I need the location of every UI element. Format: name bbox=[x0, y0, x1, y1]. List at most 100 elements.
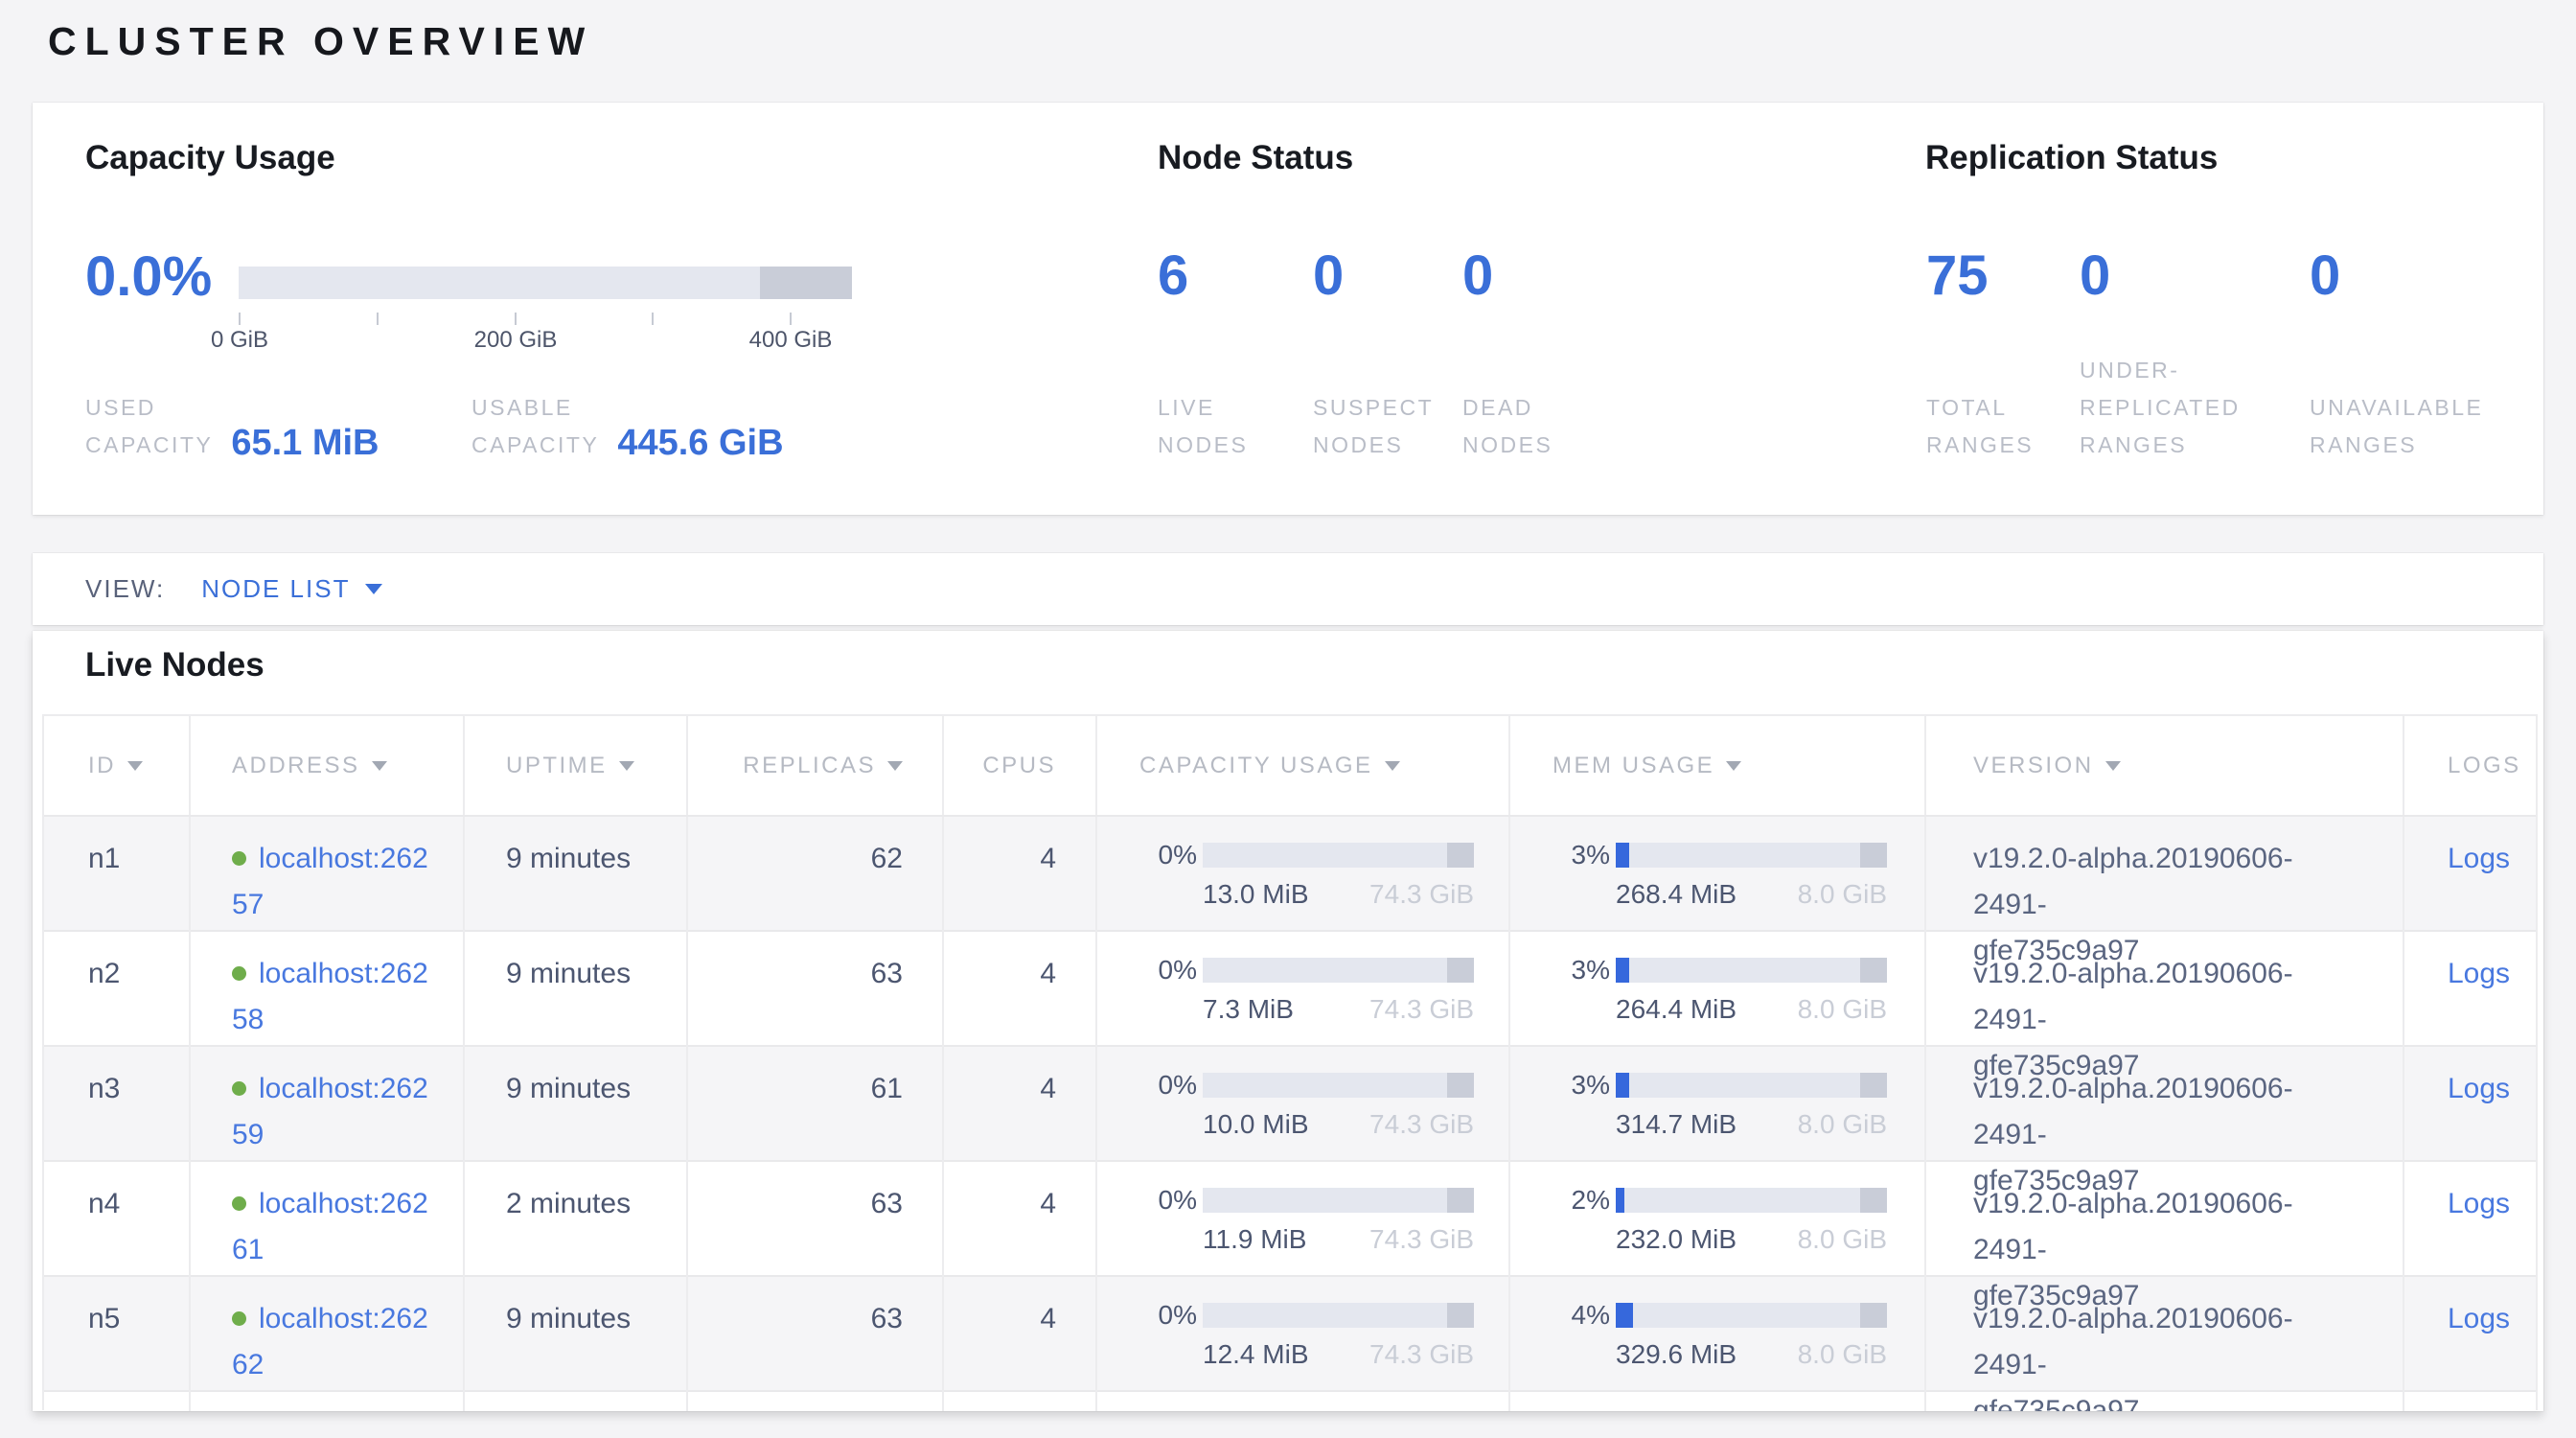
column-header-cpus: CPUS bbox=[942, 716, 1095, 815]
sort-desc-icon bbox=[1385, 761, 1400, 771]
node-logs-link[interactable]: Logs bbox=[2448, 958, 2510, 989]
table-row-n4: n4localhost:262612 minutes6340%11.9 MiB7… bbox=[44, 1160, 2536, 1275]
axis-label-0: 0 GiB bbox=[211, 327, 268, 354]
capacity-used-percent: 0.0% bbox=[85, 246, 212, 308]
suspect-nodes-count: 0 bbox=[1313, 246, 1434, 306]
node-address-link[interactable]: localhost:26259 bbox=[232, 1073, 428, 1150]
mem-total-value: 8.0 GiB bbox=[1798, 1223, 1887, 1256]
node-logs-cell: Logs bbox=[2403, 1277, 2540, 1411]
capacity-usage-cell: 0%12.4 MiB74.3 GiB bbox=[1095, 1277, 1508, 1411]
column-header-capacity-usage[interactable]: CAPACITY USAGE bbox=[1095, 716, 1508, 815]
node-address-link[interactable]: localhost:26261 bbox=[232, 1188, 428, 1265]
capacity-used-value: 12.4 MiB bbox=[1203, 1338, 1309, 1371]
axis-tick bbox=[377, 313, 379, 325]
mem-usage-bar bbox=[1616, 843, 1887, 868]
mem-total-value: 8.0 GiB bbox=[1798, 1338, 1887, 1371]
capacity-used-value: 11.9 MiB bbox=[1203, 1223, 1306, 1256]
capacity-usage-bar bbox=[1203, 1073, 1474, 1098]
used-capacity-label: USED CAPACITY bbox=[85, 389, 213, 464]
mem-usage-bar-fill bbox=[1616, 1073, 1629, 1098]
column-header-label: CAPACITY USAGE bbox=[1139, 753, 1373, 779]
live-nodes-count: 6 bbox=[1158, 246, 1248, 306]
column-header-version[interactable]: VERSION bbox=[1924, 716, 2403, 815]
node-address-link[interactable]: localhost:26258 bbox=[232, 958, 428, 1035]
column-header-label: ADDRESS bbox=[232, 753, 360, 779]
capacity-usage-widget: 0%13.0 MiB74.3 GiB bbox=[1097, 817, 1508, 911]
axis-tick bbox=[652, 313, 654, 325]
node-logs-link[interactable]: Logs bbox=[2448, 843, 2510, 874]
capacity-usage-bar bbox=[239, 267, 852, 299]
node-live-status-icon bbox=[232, 1311, 246, 1326]
mem-usage-bar bbox=[1616, 1188, 1887, 1213]
node-live-status-icon bbox=[232, 966, 246, 981]
capacity-usage-bar-cap-segment bbox=[1447, 1073, 1474, 1098]
capacity-total-value: 74.3 GiB bbox=[1369, 878, 1474, 911]
capacity-usage-bar bbox=[1203, 1188, 1474, 1213]
dead-nodes-label: DEAD NODES bbox=[1462, 389, 1552, 464]
axis-label-400: 400 GiB bbox=[749, 327, 833, 354]
sort-desc-icon bbox=[2105, 761, 2121, 771]
mem-usage-percent: 4% bbox=[1552, 1300, 1610, 1331]
usable-capacity-label: USABLE CAPACITY bbox=[472, 389, 599, 464]
column-header-id[interactable]: ID bbox=[44, 716, 189, 815]
node-logs-link[interactable]: Logs bbox=[2448, 1303, 2510, 1334]
live-nodes-label: LIVE NODES bbox=[1158, 389, 1248, 464]
mem-usage-bar-row: 3% bbox=[1552, 1070, 1924, 1101]
node-address-link[interactable]: localhost:26262 bbox=[232, 1303, 428, 1380]
axis-label-200: 200 GiB bbox=[474, 327, 558, 354]
view-dropdown[interactable]: NODE LIST bbox=[201, 574, 382, 604]
under-replicated-count: 0 bbox=[2080, 246, 2241, 306]
mem-usage-widget: 2% 232.0 MiB 8.0 GiB bbox=[1510, 1162, 1924, 1256]
view-dropdown-value[interactable]: NODE LIST bbox=[201, 574, 350, 604]
capacity-used-value: 7.3 MiB bbox=[1203, 993, 1294, 1026]
column-header-address[interactable]: ADDRESS bbox=[189, 716, 463, 815]
capacity-usage-values: 7.3 MiB 74.3 GiB bbox=[1203, 993, 1474, 1026]
partial-cell bbox=[686, 1392, 942, 1410]
column-header-logs: LOGS bbox=[2403, 716, 2540, 815]
mem-usage-widget: 3%268.4 MiB8.0 GiB bbox=[1510, 817, 1924, 911]
dead-nodes-stat: 0 DEAD NODES bbox=[1462, 246, 1552, 464]
node-address-link[interactable]: localhost:26257 bbox=[232, 843, 428, 920]
capacity-usage-bar bbox=[1203, 958, 1474, 983]
total-ranges-label: TOTAL RANGES bbox=[1926, 389, 2034, 464]
capacity-usage-values: 13.0 MiB74.3 GiB bbox=[1203, 878, 1474, 911]
capacity-usage-percent: 0% bbox=[1139, 1070, 1197, 1101]
node-uptime-cell: 9 minutes bbox=[463, 1277, 686, 1411]
partial-cell bbox=[1095, 1392, 1508, 1410]
replication-status-title: Replication Status bbox=[1925, 139, 2218, 177]
mem-usage-bar-row: 2% bbox=[1552, 1185, 1924, 1216]
live-nodes-table: ID ADDRESS UPTIME REPLICASCPUS CAPACITY USAG… bbox=[42, 714, 2538, 1410]
mem-usage-bar-fill bbox=[1616, 958, 1629, 983]
axis-tick bbox=[239, 313, 241, 325]
column-header-mem-usage[interactable]: MEM USAGE bbox=[1508, 716, 1924, 815]
mem-used-value: 232.0 MiB bbox=[1616, 1223, 1736, 1256]
mem-usage-bar-cap-segment bbox=[1860, 1303, 1887, 1328]
mem-usage-bar-cap-segment bbox=[1860, 1073, 1887, 1098]
suspect-nodes-stat: 0 SUSPECT NODES bbox=[1313, 246, 1434, 464]
mem-usage-widget: 3% 314.7 MiB8.0 GiB bbox=[1510, 1047, 1924, 1141]
unavailable-label: UNAVAILABLE RANGES bbox=[2310, 389, 2483, 464]
node-cpus-cell: 4 bbox=[942, 1277, 1095, 1411]
column-header-label: UPTIME bbox=[506, 753, 608, 779]
table-row-n3: n3localhost:262599 minutes6140%10.0 MiB7… bbox=[44, 1045, 2536, 1160]
node-logs-link[interactable]: Logs bbox=[2448, 1188, 2510, 1219]
column-header-label: LOGS bbox=[2448, 753, 2521, 779]
table-row-n2: n2localhost:262589 minutes6340%7.3 MiB74… bbox=[44, 930, 2536, 1045]
column-header-uptime[interactable]: UPTIME bbox=[463, 716, 686, 815]
partial-cell bbox=[189, 1392, 463, 1410]
capacity-total-value: 74.3 GiB bbox=[1369, 1223, 1474, 1256]
mem-used-value: 314.7 MiB bbox=[1616, 1108, 1736, 1141]
node-logs-link[interactable]: Logs bbox=[2448, 1073, 2510, 1104]
mem-usage-bar bbox=[1616, 958, 1887, 983]
view-label: VIEW: bbox=[85, 574, 165, 604]
mem-usage-values: 314.7 MiB8.0 GiB bbox=[1616, 1108, 1887, 1141]
axis-tick bbox=[515, 313, 517, 325]
capacity-usage-bar-row: 0% bbox=[1139, 955, 1508, 986]
capacity-total-value: 74.3 GiB bbox=[1369, 993, 1474, 1026]
table-header-row: ID ADDRESS UPTIME REPLICASCPUS CAPACITY USAG… bbox=[44, 716, 2536, 815]
total-ranges-count: 75 bbox=[1926, 246, 2034, 306]
mem-total-value: 8.0 GiB bbox=[1798, 993, 1887, 1026]
node-replicas-cell: 63 bbox=[686, 1277, 942, 1411]
mem-usage-bar-cap-segment bbox=[1860, 958, 1887, 983]
column-header-replicas[interactable]: REPLICAS bbox=[686, 716, 942, 815]
